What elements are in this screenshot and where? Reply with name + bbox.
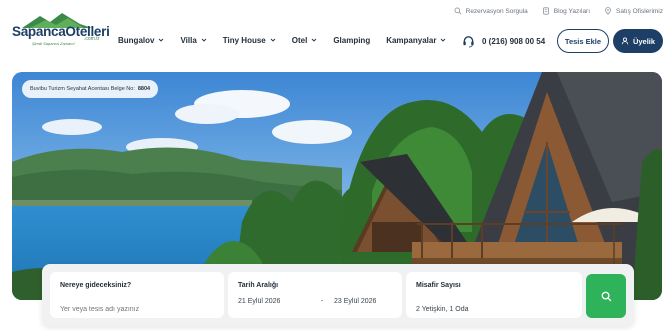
membership-label: Üyelik [632,36,656,46]
utility-bar: Rezervasyon Sorgula Blog Yazıları Satış … [454,5,663,17]
reservation-lookup-label: Rezervasyon Sorgula [465,7,528,15]
license-number: 8804 [137,86,151,92]
date-end[interactable]: 23 Eylül 2026 [334,298,376,305]
date-range-label: Tarih Aralığı [238,282,279,289]
guests-label: Misafir Sayısı [416,282,461,289]
destination-field[interactable]: Nereye gideceksiniz? [50,272,224,318]
logo-domain: .com.tr [84,36,100,42]
date-separator: - [320,298,324,305]
phone-number: 0 (216) 908 00 54 [482,36,546,46]
search-icon [454,7,462,15]
nav-item-label: Tiny House [222,35,266,45]
logo-tagline: Şimdi Sapanca Zamanı! [32,41,75,46]
contact-phone[interactable]: 0 (216) 908 00 54 [462,33,545,49]
nav-item-label: Kampanyalar [386,35,437,45]
document-icon [542,7,549,15]
date-range-field[interactable]: Tarih Aralığı 21 Eylül 2026 - 23 Eylül 2… [228,272,402,318]
search-button[interactable] [586,274,626,318]
destination-input[interactable] [60,306,210,313]
guests-value: 2 Yetişkin, 1 Oda [416,306,469,313]
user-icon [621,37,629,45]
sales-offices-link[interactable]: Satış Ofislerimiz [604,7,663,15]
date-start[interactable]: 21 Eylül 2026 [238,298,310,305]
nav-item-otel[interactable]: Otel [292,36,318,45]
reservation-lookup-link[interactable]: Rezervasyon Sorgula [454,7,528,15]
nav-item-tiny-house[interactable]: Tiny House [223,36,276,45]
nav-item-glamping[interactable]: Glamping [333,36,370,45]
nav-item-bungalov[interactable]: Bungalov [118,36,164,45]
nav-item-label: Villa [180,35,197,45]
destination-label: Nereye gideceksiniz? [60,282,132,289]
blog-label: Blog Yazıları [553,7,591,15]
blog-link[interactable]: Blog Yazıları [542,7,590,15]
chevron-down-icon [201,38,207,42]
add-facility-button[interactable]: Tesis Ekle [557,29,609,53]
membership-button[interactable]: Üyelik [613,29,663,53]
nav-item-label: Glamping [333,35,371,45]
chevron-down-icon [441,38,446,42]
site-logo[interactable]: SapancaOtelleri .com.tr Şimdi Sapanca Za… [12,10,110,48]
main-nav: Bungalov Villa Tiny House Otel Glamping … [118,33,446,47]
license-badge: Buvibu Turizm Seyahat Acentası Belge No:… [22,80,159,98]
chevron-down-icon [311,38,317,42]
headset-icon [463,35,474,47]
search-icon [601,291,611,301]
date-range-values: 21 Eylül 2026 - 23 Eylül 2026 [238,298,392,305]
search-panel: Nereye gideceksiniz? Tarih Aralığı 21 Ey… [42,264,634,326]
location-pin-icon [605,7,612,15]
sales-offices-label: Satış Ofislerimiz [616,7,663,15]
nav-item-label: Otel [291,35,308,45]
chevron-down-icon [270,38,276,42]
nav-item-label: Bungalov [118,35,155,45]
chevron-down-icon [159,38,164,42]
nav-item-kampanyalar[interactable]: Kampanyalar [386,36,446,45]
license-text: Buvibu Turizm Seyahat Acentası Belge No: [30,86,135,92]
nav-item-villa[interactable]: Villa [180,35,207,45]
guests-field[interactable]: Misafir Sayısı 2 Yetişkin, 1 Oda [406,272,582,318]
